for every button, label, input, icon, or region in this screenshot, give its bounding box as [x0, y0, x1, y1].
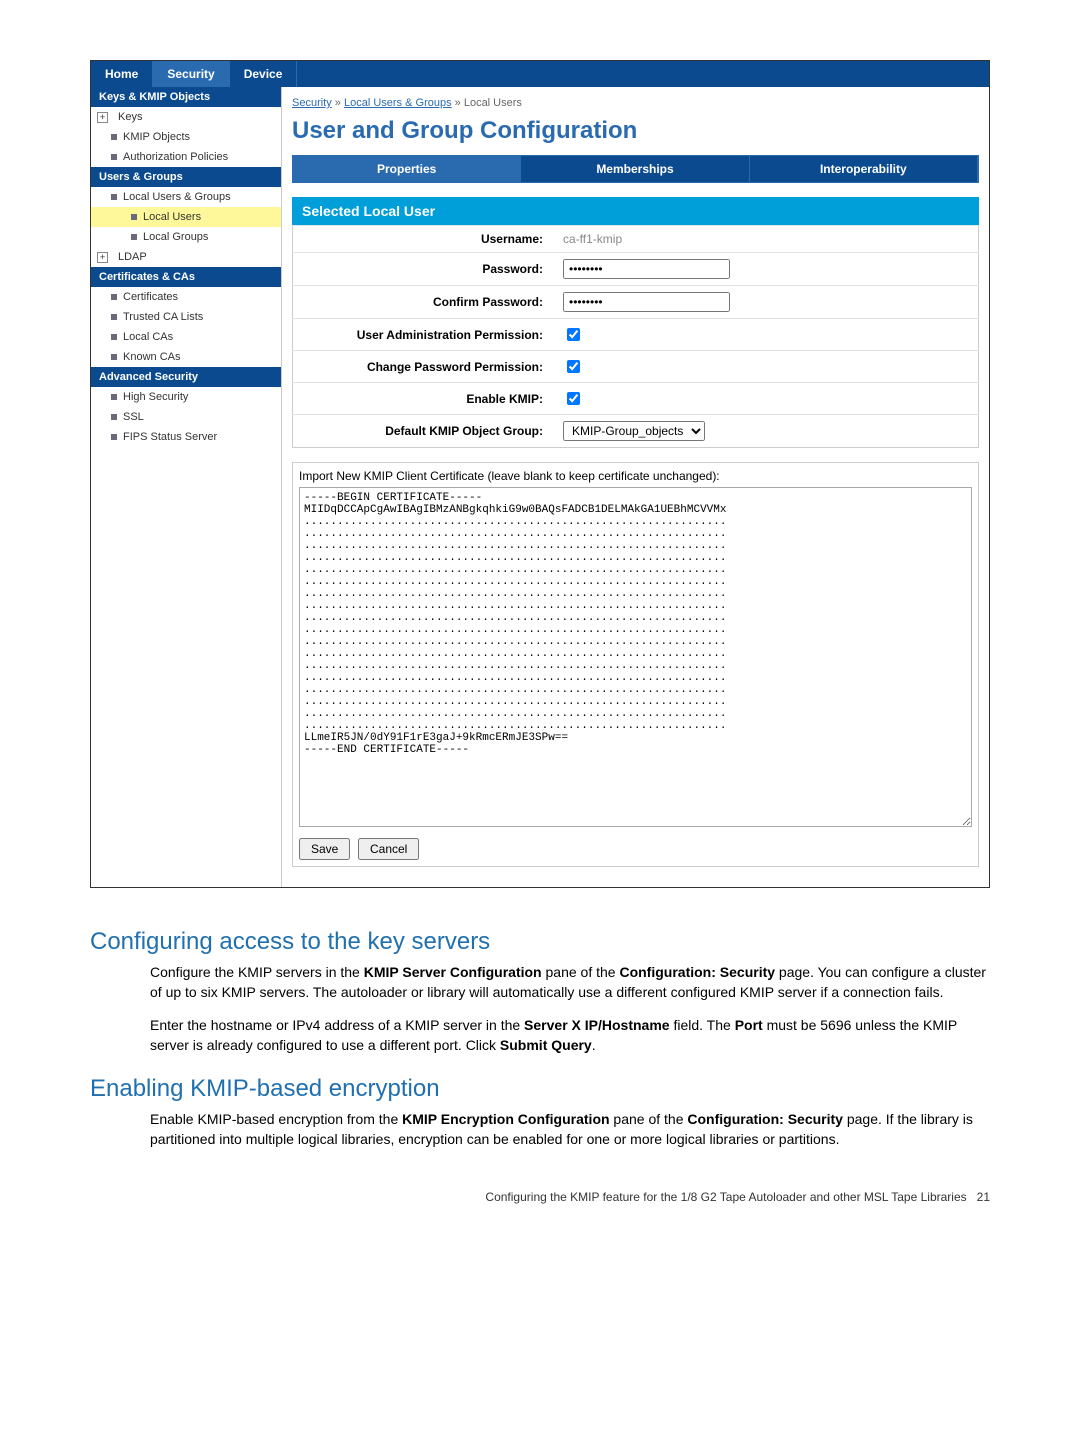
bullet-icon: [111, 334, 117, 340]
input-confirm-password[interactable]: [563, 292, 730, 312]
sidebar-item-local-ug[interactable]: Local Users & Groups: [91, 187, 281, 207]
sidebar-hdr-keys: Keys & KMIP Objects: [91, 87, 281, 107]
paragraph: Enter the hostname or IPv4 address of a …: [150, 1015, 990, 1056]
checkbox-change-pw-perm[interactable]: [567, 360, 580, 373]
sidebar-item-fips[interactable]: FIPS Status Server: [91, 427, 281, 447]
bullet-icon: [111, 134, 117, 140]
panel-title: Selected Local User: [292, 197, 979, 225]
cert-panel: Import New KMIP Client Certificate (leav…: [292, 462, 979, 867]
tab-security[interactable]: Security: [153, 61, 229, 87]
label-password: Password:: [293, 253, 554, 286]
bullet-icon: [111, 194, 117, 200]
page-title: User and Group Configuration: [292, 117, 979, 145]
sidebar-item-local-groups[interactable]: Local Groups: [91, 227, 281, 247]
label-change-pw-perm: Change Password Permission:: [293, 351, 554, 383]
page-number: 21: [977, 1190, 990, 1204]
label-confirm-password: Confirm Password:: [293, 286, 554, 319]
label-default-kmip-group: Default KMIP Object Group:: [293, 415, 554, 448]
sidebar-hdr-certs: Certificates & CAs: [91, 267, 281, 287]
sidebar-item-known-cas[interactable]: Known CAs: [91, 347, 281, 367]
label-enable-kmip: Enable KMIP:: [293, 383, 554, 415]
sidebar-item-trusted-ca[interactable]: Trusted CA Lists: [91, 307, 281, 327]
checkbox-enable-kmip[interactable]: [567, 392, 580, 405]
top-tab-bar: Home Security Device: [91, 61, 989, 87]
bullet-icon: [131, 234, 137, 240]
cancel-button[interactable]: Cancel: [358, 838, 419, 860]
cert-textarea[interactable]: [299, 487, 972, 827]
sidebar-item-kmip-objects[interactable]: KMIP Objects: [91, 127, 281, 147]
subtab-interoperability[interactable]: Interoperability: [750, 156, 978, 182]
input-password[interactable]: [563, 259, 730, 279]
tab-device[interactable]: Device: [230, 61, 298, 87]
subtab-bar: Properties Memberships Interoperability: [292, 155, 979, 183]
sidebar-item-ssl[interactable]: SSL: [91, 407, 281, 427]
sidebar-item-local-cas[interactable]: Local CAs: [91, 327, 281, 347]
bullet-icon: [131, 214, 137, 220]
paragraph: Configure the KMIP servers in the KMIP S…: [150, 962, 990, 1003]
bullet-icon: [111, 394, 117, 400]
paragraph: Enable KMIP-based encryption from the KM…: [150, 1109, 990, 1150]
bullet-icon: [111, 154, 117, 160]
breadcrumb-security[interactable]: Security: [292, 97, 332, 109]
cert-caption: Import New KMIP Client Certificate (leav…: [299, 469, 972, 483]
sidebar-item-keys[interactable]: Keys: [91, 107, 281, 127]
bullet-icon: [111, 314, 117, 320]
breadcrumb: Security » Local Users & Groups » Local …: [292, 93, 979, 117]
checkbox-user-admin-perm[interactable]: [567, 328, 580, 341]
heading-enabling-kmip: Enabling KMIP-based encryption: [90, 1075, 990, 1103]
sidebar-hdr-adv: Advanced Security: [91, 367, 281, 387]
tab-home[interactable]: Home: [91, 61, 153, 87]
page-footer: Configuring the KMIP feature for the 1/8…: [90, 1190, 990, 1204]
breadcrumb-current: Local Users: [464, 97, 522, 109]
bullet-icon: [111, 294, 117, 300]
sidebar-item-certs[interactable]: Certificates: [91, 287, 281, 307]
bullet-icon: [111, 354, 117, 360]
label-user-admin-perm: User Administration Permission:: [293, 319, 554, 351]
sidebar-hdr-users: Users & Groups: [91, 167, 281, 187]
label-username: Username:: [293, 226, 554, 253]
user-form: Username: ca-ff1-kmip Password: Confirm …: [292, 225, 979, 448]
subtab-memberships[interactable]: Memberships: [521, 156, 749, 182]
save-button[interactable]: Save: [299, 838, 350, 860]
subtab-properties[interactable]: Properties: [293, 156, 521, 182]
app-screenshot: Home Security Device Keys & KMIP Objects…: [90, 60, 990, 888]
bullet-icon: [111, 434, 117, 440]
sidebar-item-auth-policies[interactable]: Authorization Policies: [91, 147, 281, 167]
sidebar-item-local-users[interactable]: Local Users: [91, 207, 281, 227]
select-default-kmip-group[interactable]: KMIP-Group_objects: [563, 421, 705, 441]
main-pane: Security » Local Users & Groups » Local …: [282, 87, 989, 887]
document-body: Configuring access to the key servers Co…: [90, 928, 990, 1150]
bullet-icon: [111, 414, 117, 420]
sidebar-item-ldap[interactable]: LDAP: [91, 247, 281, 267]
value-username: ca-ff1-kmip: [563, 232, 622, 246]
sidebar: Keys & KMIP Objects Keys KMIP Objects Au…: [91, 87, 282, 887]
breadcrumb-local-ug[interactable]: Local Users & Groups: [344, 97, 452, 109]
sidebar-item-high-sec[interactable]: High Security: [91, 387, 281, 407]
heading-configuring-access: Configuring access to the key servers: [90, 928, 990, 956]
